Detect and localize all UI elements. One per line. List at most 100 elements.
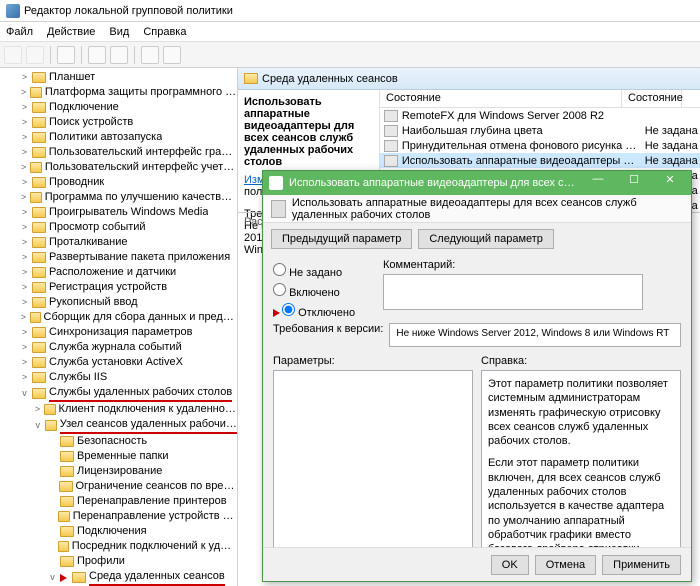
apply-button[interactable]: Применить	[602, 555, 681, 575]
tree-item[interactable]: v Среда удаленных сеансов	[0, 569, 237, 586]
tree-item-label: Служба установки ActiveX	[49, 355, 183, 370]
tree-item[interactable]: Лицензирование	[0, 464, 237, 479]
menu-file[interactable]: Файл	[6, 26, 33, 38]
tree-view[interactable]: > Планшет>Платформа защиты программного о…	[0, 68, 238, 586]
tree-item[interactable]: >Клиент подключения к удаленному рабочем	[0, 402, 237, 417]
radio-enabled[interactable]: Включено	[273, 283, 373, 299]
col-status[interactable]: Состояние	[622, 90, 682, 107]
expand-icon[interactable]: >	[20, 85, 27, 100]
expand-icon[interactable]: >	[20, 295, 29, 310]
tree-item[interactable]: Перенаправление принтеров	[0, 494, 237, 509]
expand-icon[interactable]: >	[20, 145, 29, 160]
expand-icon[interactable]: >	[20, 265, 29, 280]
export-button[interactable]	[110, 46, 128, 64]
expand-icon[interactable]: >	[20, 160, 27, 175]
expand-icon[interactable]: >	[20, 310, 27, 325]
maximize-button[interactable]: ☐	[619, 173, 649, 193]
expand-icon[interactable]: >	[20, 175, 29, 190]
minimize-button[interactable]: ―	[583, 173, 613, 193]
tree-item[interactable]: vУзел сеансов удаленных рабочих столов	[0, 417, 237, 434]
expand-icon[interactable]: v	[48, 570, 57, 585]
expand-icon[interactable]: >	[20, 100, 29, 115]
expand-icon[interactable]: >	[20, 130, 29, 145]
app-icon	[6, 4, 20, 18]
tree-item[interactable]: >Программа по улучшению качества програм…	[0, 190, 237, 205]
expand-icon[interactable]: >	[20, 325, 29, 340]
tree-item[interactable]: >Службы IIS	[0, 370, 237, 385]
expand-icon[interactable]: >	[20, 340, 29, 355]
tree-item[interactable]: >Сборщик для сбора данных и предваритель…	[0, 310, 237, 325]
filter-button[interactable]	[163, 46, 181, 64]
tree-item[interactable]: vСлужбы удаленных рабочих столов	[0, 385, 237, 402]
tree-item[interactable]: >Проталкивание	[0, 235, 237, 250]
tree-item[interactable]: > Планшет	[0, 70, 237, 85]
tree-item[interactable]: >Подключение	[0, 100, 237, 115]
tree-item-label: Планшет	[49, 70, 95, 85]
tree-item[interactable]: Ограничение сеансов по времени	[0, 479, 237, 494]
list-item[interactable]: Принудительная отмена фонового рисунка у…	[380, 138, 700, 153]
radio-notconfigured[interactable]: Не задано	[273, 263, 373, 279]
tree-item[interactable]: Подключения	[0, 524, 237, 539]
expand-icon[interactable]: >	[20, 250, 29, 265]
expand-icon[interactable]: >	[20, 205, 29, 220]
tree-item[interactable]: >Платформа защиты программного обеспечен…	[0, 85, 237, 100]
expand-icon[interactable]: >	[20, 115, 29, 130]
refresh-button[interactable]	[88, 46, 106, 64]
tree-item[interactable]: >Расположение и датчики	[0, 265, 237, 280]
expand-icon[interactable]: >	[34, 402, 41, 417]
tree-item[interactable]: > Служба установки ActiveX	[0, 355, 237, 370]
tree-item[interactable]: Временные папки	[0, 449, 237, 464]
expand-icon[interactable]: >	[20, 190, 27, 205]
folder-icon	[58, 511, 70, 522]
tree-item-label: Поиск устройств	[49, 115, 133, 130]
up-button[interactable]	[57, 46, 75, 64]
expand-icon[interactable]: >	[20, 70, 29, 85]
tree-item[interactable]: > Проигрыватель Windows Media	[0, 205, 237, 220]
folder-icon	[45, 420, 57, 431]
tree-item[interactable]: >Регистрация устройств	[0, 280, 237, 295]
menu-help[interactable]: Справка	[143, 26, 186, 38]
tree-item[interactable]: Посредник подключений к удаленному раб	[0, 539, 237, 554]
tree-item[interactable]: >Просмотр событий	[0, 220, 237, 235]
cancel-button[interactable]: Отмена	[535, 555, 596, 575]
folder-icon	[60, 526, 74, 537]
folder-icon	[30, 87, 42, 98]
expand-icon[interactable]: >	[20, 280, 29, 295]
comment-field[interactable]	[383, 274, 643, 310]
menu-view[interactable]: Вид	[109, 26, 129, 38]
tree-item-label: Политики автозапуска	[49, 130, 162, 145]
list-item[interactable]: Использовать аппаратные видеоадаптеры дл…	[380, 153, 700, 168]
tree-item-label: Среда удаленных сеансов	[89, 569, 225, 586]
tree-item[interactable]: >Проводник	[0, 175, 237, 190]
tree-item[interactable]: Профили	[0, 554, 237, 569]
tree-item[interactable]: >Рукописный ввод	[0, 295, 237, 310]
prev-button[interactable]: Предыдущий параметр	[271, 229, 412, 249]
menu-action[interactable]: Действие	[47, 26, 95, 38]
tree-item[interactable]: Перенаправление устройств и ресурсов	[0, 509, 237, 524]
help-button[interactable]	[141, 46, 159, 64]
tree-item[interactable]: >Пользовательский интерфейс учетных данн…	[0, 160, 237, 175]
expand-icon[interactable]: v	[34, 418, 42, 433]
radio-disabled[interactable]: Отключено	[273, 303, 373, 319]
tree-item[interactable]: > Политики автозапуска	[0, 130, 237, 145]
col-state[interactable]: Состояние	[380, 90, 622, 107]
next-button[interactable]: Следующий параметр	[418, 229, 554, 249]
expand-icon[interactable]: v	[20, 386, 29, 401]
expand-icon[interactable]: >	[20, 235, 29, 250]
tree-item[interactable]: > Поиск устройств	[0, 115, 237, 130]
policy-icon	[384, 155, 398, 167]
tree-item[interactable]: >Развертывание пакета приложения	[0, 250, 237, 265]
tree-item[interactable]: >Служба журнала событий	[0, 340, 237, 355]
list-item[interactable]: Наибольшая глубина цветаНе задана	[380, 123, 700, 138]
ok-button[interactable]: OK	[491, 555, 529, 575]
tree-item[interactable]: >Синхронизация параметров	[0, 325, 237, 340]
close-button[interactable]: ✕	[655, 173, 685, 193]
expand-icon[interactable]: >	[20, 370, 29, 385]
breadcrumb-label: Среда удаленных сеансов	[262, 73, 398, 85]
list-item[interactable]: RemoteFX для Windows Server 2008 R2	[380, 108, 700, 123]
expand-icon[interactable]: >	[20, 220, 29, 235]
tree-item[interactable]: >Пользовательский интерфейс границ	[0, 145, 237, 160]
expand-icon[interactable]: >	[20, 355, 29, 370]
tree-item-label: Проигрыватель Windows Media	[49, 205, 208, 220]
tree-item[interactable]: Безопасность	[0, 434, 237, 449]
